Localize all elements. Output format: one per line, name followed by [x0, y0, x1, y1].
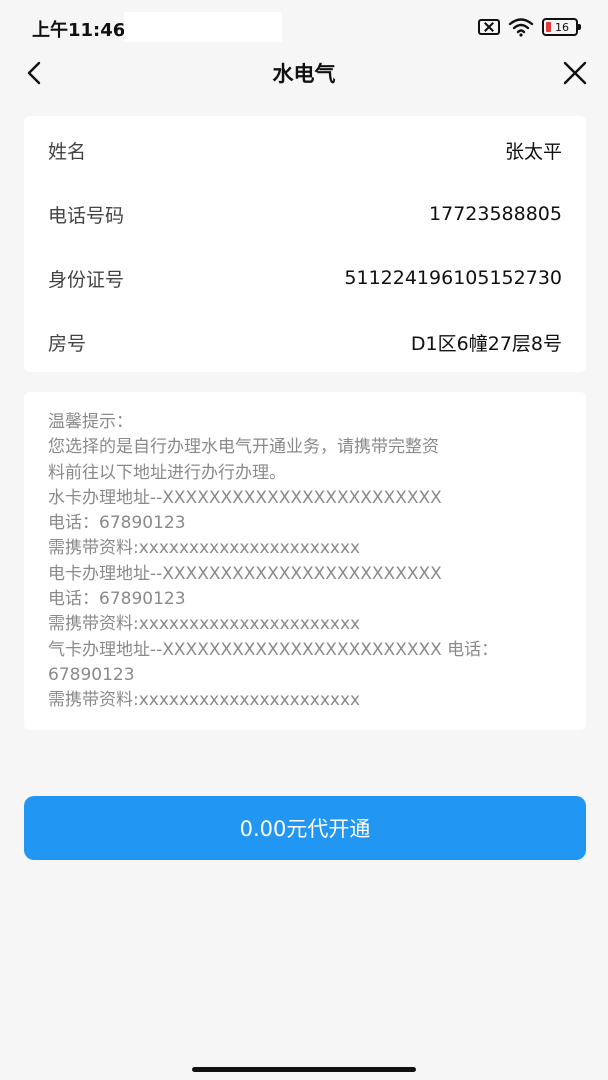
battery-icon: 16 — [542, 18, 581, 36]
status-bar: 上午11:46 16 — [0, 0, 608, 52]
status-redaction — [124, 12, 282, 42]
electric-phone: 电话：67890123 — [48, 589, 186, 610]
water-materials: 需携带资料:xxxxxxxxxxxxxxxxxxxxxx — [48, 538, 361, 559]
gas-phone: 67890123 — [48, 664, 135, 685]
info-row-room: 房号 D1区6幢27层8号 — [48, 322, 562, 362]
id-number-value: 511224196105152730 — [344, 267, 562, 289]
page-title: 水电气 — [272, 62, 336, 86]
water-phone: 电话：67890123 — [48, 513, 186, 534]
wifi-icon — [508, 18, 534, 37]
battery-level: 16 — [555, 20, 569, 34]
notice-card: 温馨提示： 您选择的是自行办理水电气开通业务，请携带完整资 料前往以下地址进行办… — [24, 392, 586, 730]
home-indicator[interactable] — [192, 1067, 416, 1072]
room-label: 房号 — [48, 332, 87, 355]
gas-materials: 需携带资料:xxxxxxxxxxxxxxxxxxxxxx — [48, 690, 361, 711]
sim-blocked-icon — [478, 19, 500, 35]
info-row-id: 身份证号 511224196105152730 — [48, 258, 562, 298]
status-time: 上午11:46 — [32, 20, 126, 41]
name-label: 姓名 — [48, 140, 87, 163]
gas-address: 气卡办理地址--XXXXXXXXXXXXXXXXXXXXXXXX 电话： — [48, 639, 499, 660]
phone-label: 电话号码 — [48, 204, 125, 227]
info-row-phone: 电话号码 17723588805 — [48, 194, 562, 234]
nav-bar: 水电气 — [0, 52, 608, 92]
status-icons: 16 — [478, 16, 581, 38]
notice-line: 您选择的是自行办理水电气开通业务，请携带完整资 — [48, 437, 439, 458]
resident-info-card: 姓名 张太平 电话号码 17723588805 身份证号 51122419610… — [24, 116, 586, 372]
activate-button[interactable]: 0.00元代开通 — [24, 796, 586, 860]
electric-materials: 需携带资料:xxxxxxxxxxxxxxxxxxxxxx — [48, 614, 361, 635]
battery-fill — [546, 22, 551, 32]
name-value: 张太平 — [504, 140, 562, 163]
room-value: D1区6幢27层8号 — [410, 332, 562, 355]
notice-title: 温馨提示： — [48, 412, 133, 432]
close-icon[interactable] — [560, 58, 590, 88]
info-row-name: 姓名 张太平 — [48, 130, 562, 170]
water-address: 水卡办理地址--XXXXXXXXXXXXXXXXXXXXXXXX — [48, 487, 442, 508]
notice-line: 料前往以下地址进行办行办理。 — [48, 462, 286, 483]
electric-address: 电卡办理地址--XXXXXXXXXXXXXXXXXXXXXXXX — [48, 563, 442, 584]
id-number-label: 身份证号 — [48, 268, 125, 291]
phone-value: 17723588805 — [429, 203, 562, 225]
